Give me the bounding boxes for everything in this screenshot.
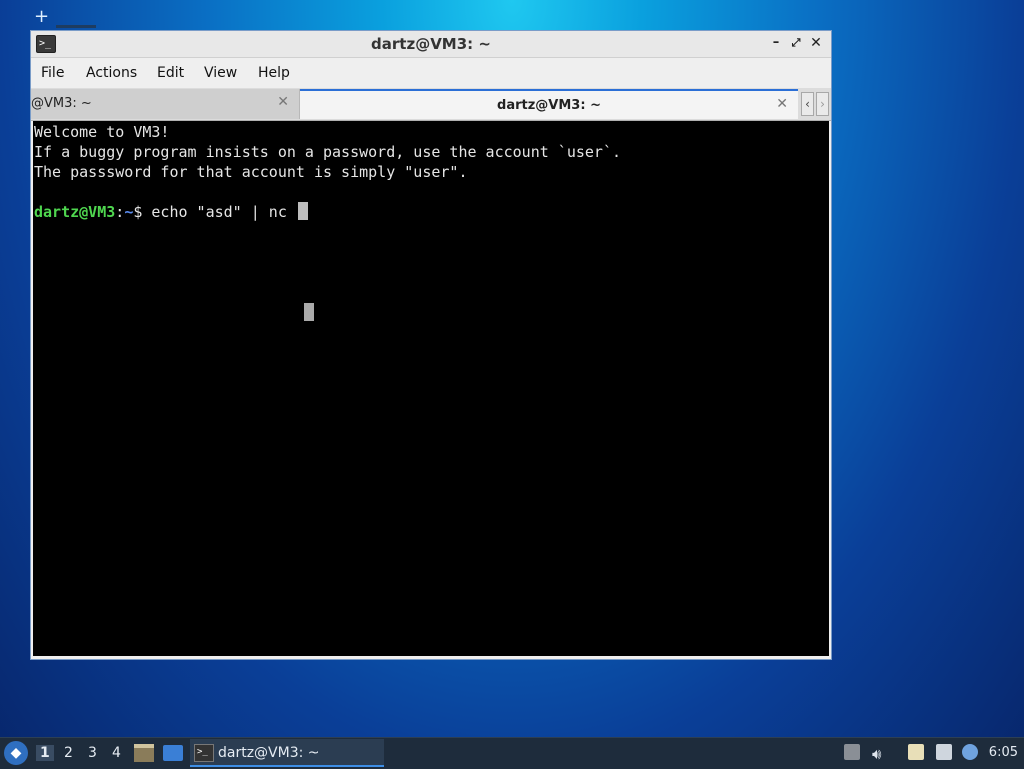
mouse-cursor-icon xyxy=(304,303,314,321)
start-menu-icon[interactable]: ◆ xyxy=(4,741,28,765)
menu-bar: File Actions Edit View Help xyxy=(31,58,831,88)
menu-edit[interactable]: Edit xyxy=(157,65,184,81)
title-bar[interactable]: >_ dartz@VM3: ~ – ⤢ ✕ xyxy=(31,31,831,58)
notification-icon[interactable] xyxy=(962,744,978,760)
window-title: dartz@VM3: ~ xyxy=(371,35,491,53)
maximize-button[interactable]: ⤢ xyxy=(787,34,805,52)
tab-scroll-left-button[interactable]: ‹ xyxy=(801,92,814,116)
tab-current[interactable]: dartz@VM3: ~ ✕ xyxy=(300,89,798,119)
menu-help[interactable]: Help xyxy=(258,65,290,81)
taskbar: ◆ 1 2 3 4 >_ dartz@VM3: ~ 🔊︎ 6:05 xyxy=(0,737,1024,769)
terminal-output[interactable]: Welcome to VM3! If a buggy program insis… xyxy=(33,121,829,656)
workspace-1[interactable]: 1 xyxy=(36,745,54,761)
prompt-symbol: $ xyxy=(133,203,152,221)
terminal-command: echo "asd" | nc xyxy=(151,203,296,221)
tab-bar: @VM3: ~ ✕ dartz@VM3: ~ ✕ ‹ › xyxy=(31,88,831,121)
tab-previous[interactable]: @VM3: ~ ✕ xyxy=(31,89,300,119)
update-notifier-icon[interactable] xyxy=(844,744,860,760)
show-desktop-icon[interactable] xyxy=(163,745,183,761)
minimize-button[interactable]: – xyxy=(767,34,785,52)
terminal-prompt-line: dartz@VM3:~$ echo "asd" | nc xyxy=(34,202,308,222)
text-cursor xyxy=(297,202,308,220)
close-button[interactable]: ✕ xyxy=(807,34,825,52)
tab-close-icon[interactable]: ✕ xyxy=(277,94,289,110)
desktop-add-icon: + xyxy=(34,6,50,27)
terminal-window: >_ dartz@VM3: ~ – ⤢ ✕ File Actions Edit … xyxy=(30,30,832,660)
workspace-2[interactable]: 2 xyxy=(64,745,73,761)
tab-label: @VM3: ~ xyxy=(31,96,92,111)
workspace-3[interactable]: 3 xyxy=(88,745,97,761)
taskbar-item-label: dartz@VM3: ~ xyxy=(218,745,320,761)
prompt-separator: : xyxy=(115,203,125,221)
terminal-icon: >_ xyxy=(194,744,214,762)
menu-view[interactable]: View xyxy=(204,65,237,81)
menu-file[interactable]: File xyxy=(41,65,64,81)
menu-actions[interactable]: Actions xyxy=(86,65,137,81)
tab-scroll-right-button[interactable]: › xyxy=(816,92,829,116)
terminal-line: Welcome to VM3! xyxy=(34,123,170,141)
network-icon[interactable] xyxy=(936,744,952,760)
tab-close-icon[interactable]: ✕ xyxy=(776,96,788,112)
file-manager-icon[interactable] xyxy=(134,744,154,762)
taskbar-terminal-item[interactable]: >_ dartz@VM3: ~ xyxy=(190,739,384,767)
terminal-line: If a buggy program insists on a password… xyxy=(34,143,621,161)
prompt-user: dartz@VM3 xyxy=(34,203,116,221)
tab-label: dartz@VM3: ~ xyxy=(497,98,601,113)
prompt-path: ~ xyxy=(124,203,134,221)
desktop-widget-bar xyxy=(56,25,96,28)
clock[interactable]: 6:05 xyxy=(989,745,1018,760)
clipboard-icon[interactable] xyxy=(908,744,924,760)
workspace-4[interactable]: 4 xyxy=(112,745,121,761)
terminal-line: The passsword for that account is simply… xyxy=(34,163,468,181)
volume-icon[interactable]: 🔊︎ xyxy=(872,745,881,763)
